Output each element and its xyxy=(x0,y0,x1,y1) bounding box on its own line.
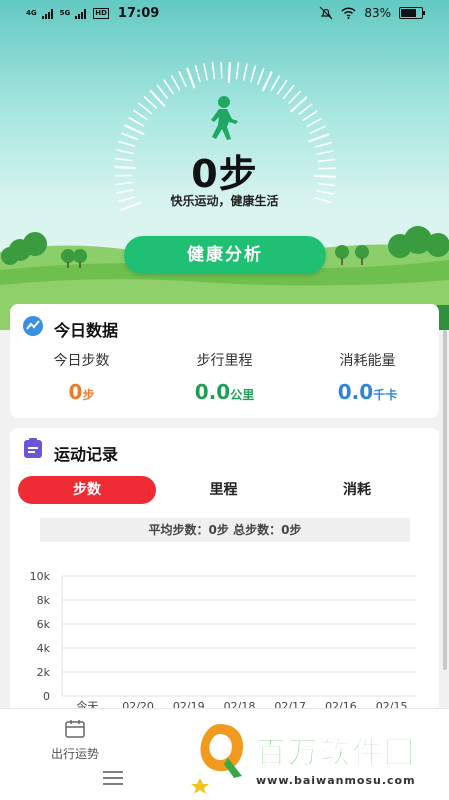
y-tick-label: 0 xyxy=(43,690,50,703)
y-tick-label: 6k xyxy=(37,618,51,631)
dial-tick xyxy=(303,111,316,120)
dial-tick xyxy=(271,76,279,90)
step-summary: 平均步数：0步 总步数：0步 xyxy=(40,518,410,542)
network-4g-label: 4G xyxy=(26,10,37,17)
health-analysis-button[interactable]: 健康分析 xyxy=(124,236,326,274)
wifi-icon xyxy=(341,7,356,19)
menu-icon[interactable] xyxy=(103,771,123,785)
walking-person-icon xyxy=(205,95,243,141)
nav-travel-fortune[interactable]: 出行运势 xyxy=(40,719,110,762)
signal-icon xyxy=(42,9,55,19)
dial-tick xyxy=(134,110,147,119)
today-data-title: 今日数据 xyxy=(54,317,118,341)
stat-distance: 步行里程 0.0公里 xyxy=(153,350,296,404)
dial-tick xyxy=(291,98,306,112)
today-steps-display: 0步 xyxy=(0,143,449,198)
tab-calories[interactable]: 消耗 xyxy=(291,476,423,504)
dial-tick xyxy=(139,104,152,114)
hero-banner: 4G 5G HD 17:09 83% 0步 快乐运动，健康生活 xyxy=(0,0,449,330)
dial-tick xyxy=(179,72,186,87)
trend-chart-icon xyxy=(22,315,44,337)
stat-value: 0步 xyxy=(10,380,153,404)
y-tick-label: 10k xyxy=(30,570,51,583)
dial-tick xyxy=(151,91,165,106)
dial-tick xyxy=(221,62,222,78)
battery-percent: 83% xyxy=(364,6,391,20)
tab-distance[interactable]: 里程 xyxy=(156,476,291,504)
y-tick-label: 2k xyxy=(37,666,51,679)
dial-tick xyxy=(229,62,230,82)
stat-steps: 今日步数 0步 xyxy=(10,350,153,404)
dial-tick xyxy=(258,69,264,84)
dial-tick xyxy=(289,92,300,104)
status-bar: 4G 5G HD 17:09 83% xyxy=(0,0,449,30)
dial-tick xyxy=(129,118,143,126)
dial-tick xyxy=(145,97,157,108)
network-5g-label: 5G xyxy=(60,10,71,17)
dial-tick xyxy=(172,76,180,90)
dial-tick xyxy=(157,85,167,98)
dial-tick xyxy=(251,66,255,81)
metric-tabs: 步数 里程 消耗 xyxy=(18,476,423,504)
clock: 17:09 xyxy=(118,6,159,21)
y-tick-label: 4k xyxy=(37,642,51,655)
dial-tick xyxy=(284,86,294,99)
exercise-record-title: 运动记录 xyxy=(54,441,118,465)
stat-value: 0.0千卡 xyxy=(296,380,439,404)
hd-badge: HD xyxy=(93,8,109,19)
calendar-icon xyxy=(64,719,86,739)
tab-steps[interactable]: 步数 xyxy=(18,476,156,504)
today-data-card: 今日数据 今日步数 0步 步行里程 0.0公里 消耗能量 0.0千卡 xyxy=(10,304,439,418)
watermark-logo xyxy=(190,716,252,796)
stat-value: 0.0公里 xyxy=(153,380,296,404)
stat-label: 步行里程 xyxy=(153,350,296,370)
dial-tick xyxy=(213,63,215,79)
exercise-record-card: 运动记录 步数 里程 消耗 平均步数：0步 总步数：0步 0 2k 4k 6k 8k 10… xyxy=(10,428,439,718)
dial-tick xyxy=(310,134,329,141)
dial-tick xyxy=(263,72,271,90)
signal-icon xyxy=(75,9,88,19)
slogan-text: 快乐运动，健康生活 xyxy=(0,192,449,209)
mute-icon xyxy=(319,6,333,20)
dial-tick xyxy=(164,80,173,93)
dial-tick xyxy=(196,66,200,81)
watermark: 百万软件园 www.baiwanmosu.com xyxy=(190,716,449,799)
battery-icon xyxy=(399,7,423,19)
dial-tick xyxy=(244,64,247,80)
dial-tick xyxy=(299,104,312,114)
stat-label: 今日步数 xyxy=(10,350,153,370)
dial-tick xyxy=(307,119,321,127)
dial-tick xyxy=(125,126,143,134)
stat-label: 消耗能量 xyxy=(296,350,439,370)
clipboard-icon xyxy=(22,437,44,459)
watermark-url: www.baiwanmosu.com xyxy=(256,774,416,787)
steps-chart: 02k4k6k8k10k今天02/2002/1902/1802/1702/160… xyxy=(10,553,439,718)
y-tick-label: 8k xyxy=(37,594,51,607)
dial-tick xyxy=(187,69,194,88)
dial-tick xyxy=(311,126,326,133)
stat-calories: 消耗能量 0.0千卡 xyxy=(296,350,439,404)
nav-label: 出行运势 xyxy=(40,745,110,762)
dial-tick xyxy=(122,133,137,139)
watermark-title: 百万软件园 xyxy=(256,728,416,772)
dial-tick xyxy=(204,64,207,80)
scrollbar[interactable] xyxy=(443,330,447,670)
dial-tick xyxy=(278,81,287,94)
dial-tick xyxy=(236,63,238,79)
